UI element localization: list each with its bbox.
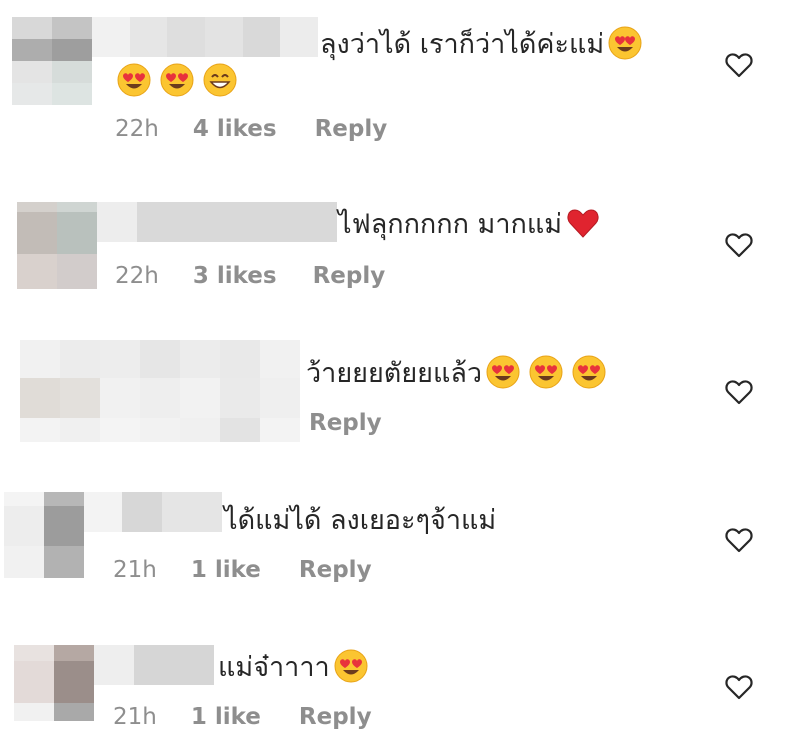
blurred-username [84,492,222,532]
blurred-avatar [20,340,100,442]
comment-meta: 22h 3 likes Reply [115,263,385,289]
reply-button[interactable]: Reply [299,557,372,583]
comment-text: ได้แม่ได้ ลงเยอะๆจ้าแม่ [224,505,497,536]
like-heart-icon[interactable] [725,527,753,553]
blurred-avatar [14,645,94,721]
reply-button[interactable]: Reply [299,704,372,730]
reply-button[interactable]: Reply [309,410,382,436]
likes-count[interactable]: 1 like [191,704,261,730]
like-heart-icon[interactable] [725,379,753,405]
likes-count[interactable]: 3 likes [193,263,277,289]
comment-text: ไฟลุกกกกก มากแม่ [338,206,600,244]
like-heart-icon[interactable] [725,232,753,258]
comment-5: แม่จ๋าาาา 21h 1 like Reply [0,0,800,730]
heart-eyes-emoji-icon [529,355,563,389]
heart-eyes-emoji-icon [572,355,606,389]
comment-time: 21h [113,557,157,583]
likes-count[interactable]: 1 like [191,557,261,583]
reply-button[interactable]: Reply [313,263,386,289]
comment-text: แม่จ๋าาาา [218,649,368,687]
comment-meta: Reply [309,410,382,436]
blurred-username [100,340,300,442]
comment-text: ว้ายยยตัยยแล้ว [306,355,606,393]
blurred-username [97,202,337,242]
heart-eyes-emoji-icon [334,649,368,683]
blurred-avatar [17,202,97,289]
comment-time: 21h [113,704,157,730]
red-heart-emoji-icon [567,209,599,238]
comment-meta: 21h 1 like Reply [113,557,372,583]
blurred-username [94,645,214,685]
comment-meta: 21h 1 like Reply [113,704,372,730]
comment-time: 22h [115,263,159,289]
heart-eyes-emoji-icon [486,355,520,389]
like-heart-icon[interactable] [725,674,753,700]
blurred-avatar [4,492,84,578]
